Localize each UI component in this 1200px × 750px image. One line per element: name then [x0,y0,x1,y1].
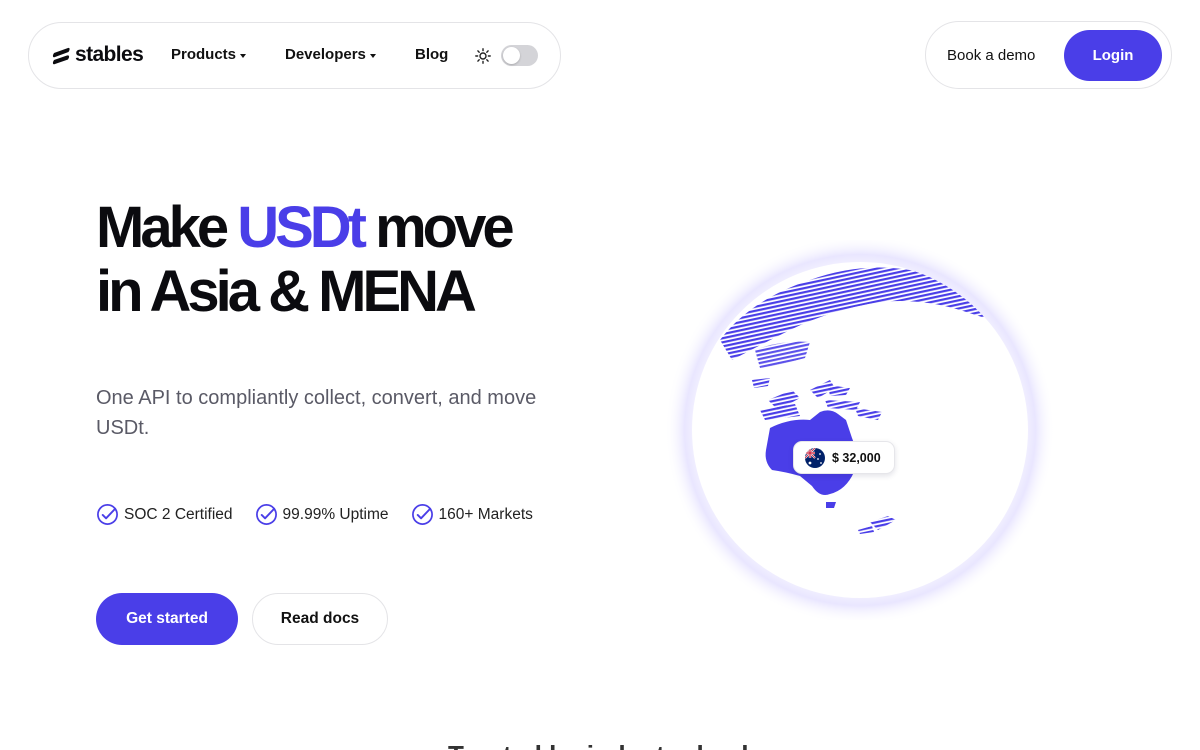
check-badge-icon [97,504,118,525]
book-demo-link[interactable]: Book a demo [947,47,1035,64]
badge-soc2-label: SOC 2 Certified [124,505,233,523]
check-badge-icon [255,504,277,525]
nav-blog-label: Blog [415,46,449,63]
badge-soc2: SOC 2 Certified [96,503,233,526]
australia-flag-icon [805,447,825,468]
trust-badges: SOC 2 Certified 99.99% Uptime 160+ Marke… [96,503,555,526]
get-started-button[interactable]: Get started [96,593,238,645]
nav-products[interactable]: Products [171,46,247,63]
check-badge-icon [411,504,433,525]
brand-name: stables [75,43,144,66]
hero-title: Make USDt move in Asia & MENA [96,196,616,324]
login-button[interactable]: Login [1064,30,1162,81]
trusted-heading: Trusted by industry leaders [448,740,788,750]
main-nav: stables Products Developers Blog [28,22,561,89]
badge-uptime-label: 99.99% Uptime [282,505,389,523]
nav-products-label: Products [171,46,237,63]
hero-title-accent: USDt [237,195,367,260]
nav-developers[interactable]: Developers [285,46,376,63]
nav-developers-label: Developers [285,46,366,63]
logo-mark-icon [52,47,70,65]
nav-blog[interactable]: Blog [415,46,448,63]
read-docs-button[interactable]: Read docs [252,593,388,645]
badge-markets: 160+ Markets [411,503,533,526]
hero-title-part1: Make [96,195,238,260]
chevron-down-icon [369,53,376,58]
hero-subtitle: One API to compliantly collect, convert,… [96,387,537,439]
globe-graphic [665,240,1055,620]
amount-value: $ 32,000 [832,450,881,465]
auth-group: Book a demo Login [925,21,1172,89]
chevron-down-icon [240,53,247,58]
globe-illustration: $ 32,000 [660,240,1060,620]
badge-uptime: 99.99% Uptime [255,503,389,526]
amount-chip: $ 32,000 [793,441,895,474]
badge-markets-label: 160+ Markets [438,505,533,523]
theme-toggle-knob [503,47,520,64]
brand-logo[interactable]: stables [51,43,144,67]
hero-title-part2: move [362,195,515,260]
theme-toggle[interactable] [501,45,538,66]
hero-title-line2: in Asia & MENA [96,259,477,324]
sun-icon [475,48,491,64]
